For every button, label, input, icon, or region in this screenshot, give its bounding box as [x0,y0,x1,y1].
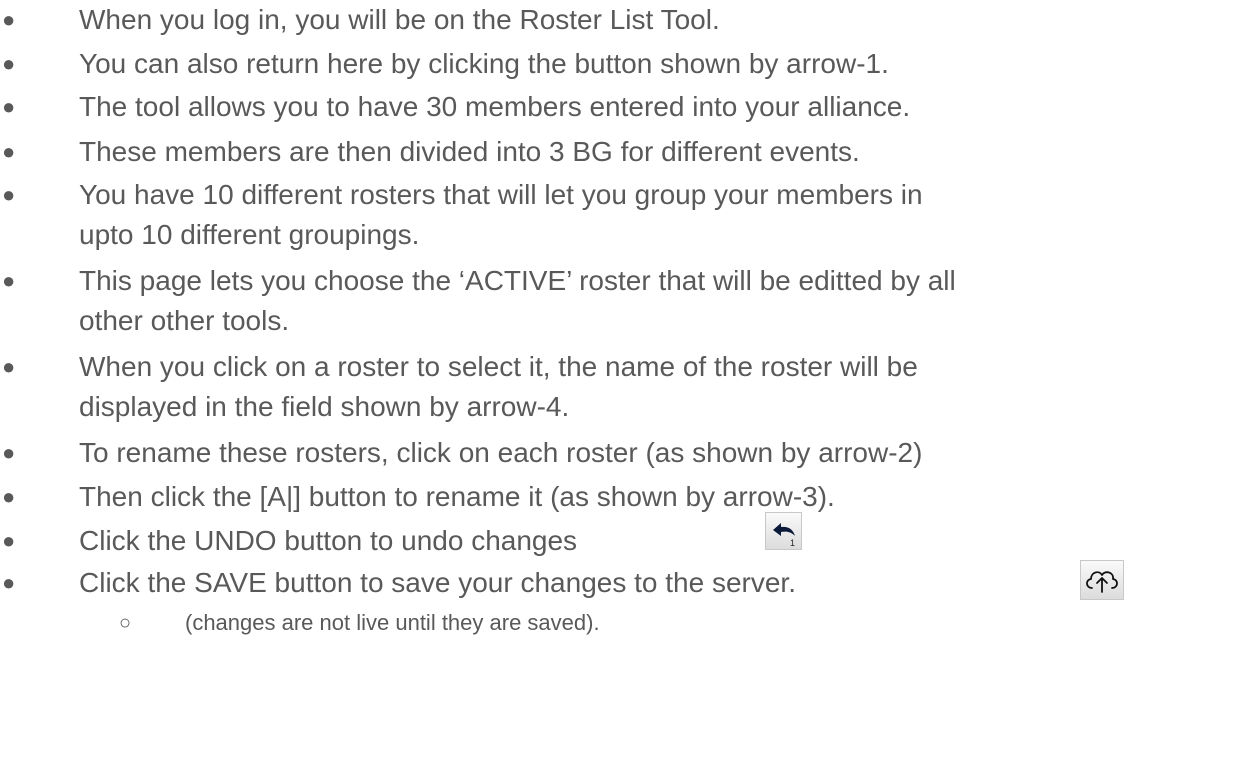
undo-badge: 1 [790,538,795,548]
list-item-text: You have 10 different rosters that will … [79,178,1239,252]
bullet-dot: ● [2,139,16,164]
list-item-text-line: upto 10 different groupings. [79,219,420,250]
sub-bullet-circle: ○ [119,612,132,634]
list-item-text: Click the SAVE button to save your chang… [79,567,796,598]
list-item-text-line: other other tools. [79,305,290,336]
bullet-dot: ● [2,484,16,509]
list-item-text: When you click on a roster to select it,… [79,350,1239,424]
bullet-dot: ● [2,268,16,293]
undo-button-image: 1 [765,512,802,550]
list-item-text: You can also return here by clicking the… [79,48,889,79]
list-item-text: This page lets you choose the ‘ACTIVE’ r… [79,264,1239,338]
save-button-image [1080,560,1124,600]
bullet-dot: ● [2,354,16,379]
list-item-text-line: You have 10 different rosters that will … [79,179,923,210]
list-item-text: Click the UNDO button to undo changes [79,525,578,556]
list-item-text: Then click the [A|] button to rename it … [79,481,835,512]
cloud-upload-icon [1086,571,1118,593]
list-item-text-line: displayed in the field shown by arrow-4. [79,391,570,422]
list-item-text: To rename these rosters, click on each r… [79,437,923,468]
bullet-dot: ● [2,94,16,119]
bullet-dot: ● [2,440,16,465]
list-item-text-line: This page lets you choose the ‘ACTIVE’ r… [79,265,956,296]
undo-arrow-icon: 1 [773,523,795,548]
bullet-dot: ● [2,7,16,32]
list-item-text: These members are then divided into 3 BG… [79,136,860,167]
bullet-dot: ● [2,528,16,553]
bullet-dot: ● [2,570,16,595]
bullet-dot: ● [2,51,16,76]
sub-list-item-text: (changes are not live until they are sav… [185,610,600,635]
list-item-text-line: When you click on a roster to select it,… [79,351,918,382]
list-item-text: The tool allows you to have 30 members e… [79,91,911,122]
list-item-text: When you log in, you will be on the Rost… [79,4,720,35]
bullet-dot: ● [2,182,16,207]
